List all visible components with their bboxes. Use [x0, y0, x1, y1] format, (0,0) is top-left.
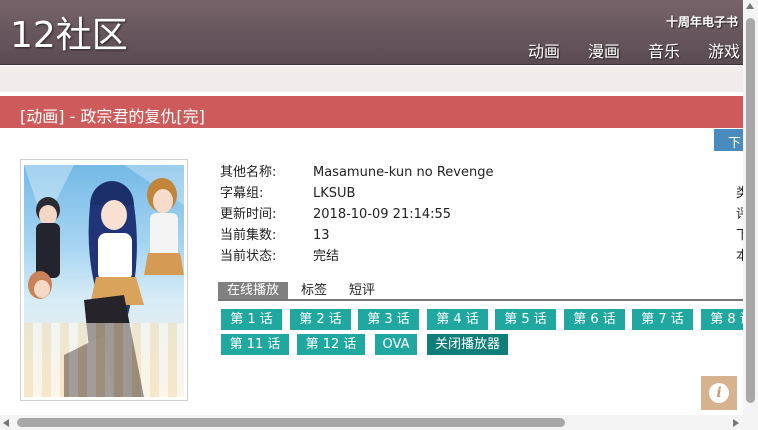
site-logo[interactable]: 12社区: [10, 14, 128, 58]
episode-list: 第 1 话 第 2 话 第 3 话 第 4 话 第 5 话 第 6 话 第 7 …: [221, 309, 744, 359]
info-label: 当前集数:: [220, 228, 277, 243]
nav-item-games[interactable]: 游戏: [708, 38, 740, 62]
info-value: Masamune-kun no Revenge: [313, 165, 494, 180]
episode-button[interactable]: 第 3 话: [358, 309, 419, 330]
episode-button-ova[interactable]: OVA: [375, 334, 417, 355]
info-icon: i: [709, 383, 729, 403]
site-header: 12社区 十周年电子书 动画 漫画 音乐 游戏: [0, 0, 758, 65]
vertical-scroll-thumb[interactable]: [746, 18, 755, 403]
episode-button[interactable]: 第 5 话: [495, 309, 556, 330]
info-value: 完结: [313, 249, 340, 264]
episode-button[interactable]: 第 2 话: [290, 309, 351, 330]
vertical-scrollbar[interactable]: [743, 0, 758, 430]
episode-button[interactable]: 第 12 话: [297, 334, 365, 355]
tab-short-reviews[interactable]: 短评: [340, 282, 384, 299]
info-label: 其他名称:: [220, 165, 277, 180]
sub-navigation-bar: [0, 66, 758, 92]
info-label: 更新时间:: [220, 207, 277, 222]
info-row-subgroup: 字幕组: LKSUB: [220, 185, 493, 206]
nav-item-music[interactable]: 音乐: [648, 38, 680, 62]
cover-image-frame: [20, 159, 188, 401]
page-title-bar: [动画] - 政宗君的复仇[完]: [0, 96, 758, 128]
cover-stripes: [24, 323, 184, 397]
ebook-link[interactable]: 十周年电子书: [666, 13, 738, 30]
info-label: 当前状态:: [220, 249, 277, 264]
page-title: [动画] - 政宗君的复仇[完]: [20, 107, 205, 126]
info-button[interactable]: i: [701, 376, 737, 410]
episode-button[interactable]: 第 11 话: [221, 334, 289, 355]
episode-button[interactable]: 第 8 话: [701, 309, 744, 330]
detail-tabs: 在线播放 标签 短评: [218, 282, 744, 301]
episode-button[interactable]: 第 6 话: [564, 309, 625, 330]
nav-item-anime[interactable]: 动画: [528, 38, 560, 62]
cover-image: [24, 165, 184, 397]
nav-item-manga[interactable]: 漫画: [588, 38, 620, 62]
info-value: 2018-10-09 21:14:55: [313, 207, 452, 222]
episode-button[interactable]: 第 7 话: [632, 309, 693, 330]
scroll-right-arrow-icon[interactable]: [733, 419, 739, 427]
info-value: 13: [313, 228, 330, 243]
info-row-alt-name: 其他名称: Masamune-kun no Revenge: [220, 164, 493, 185]
close-player-button[interactable]: 关闭播放器: [427, 334, 508, 355]
anime-info: 其他名称: Masamune-kun no Revenge 字幕组: LKSUB…: [220, 164, 493, 269]
main-nav: 动画 漫画 音乐 游戏: [528, 38, 740, 62]
horizontal-scroll-thumb[interactable]: [17, 418, 565, 427]
horizontal-scrollbar[interactable]: [0, 415, 743, 430]
info-row-episodes: 当前集数: 13: [220, 227, 493, 248]
episode-button[interactable]: 第 1 话: [221, 309, 282, 330]
episode-button[interactable]: 第 4 话: [427, 309, 488, 330]
info-value[interactable]: LKSUB: [313, 185, 355, 206]
info-row-updated: 更新时间: 2018-10-09 21:14:55: [220, 206, 493, 227]
info-label: 字幕组:: [220, 186, 264, 201]
scroll-left-arrow-icon[interactable]: [3, 419, 9, 427]
tab-tags[interactable]: 标签: [292, 282, 336, 299]
scroll-up-arrow-icon[interactable]: [746, 3, 754, 9]
info-row-status: 当前状态: 完结: [220, 248, 493, 269]
tab-online-play[interactable]: 在线播放: [218, 282, 289, 299]
